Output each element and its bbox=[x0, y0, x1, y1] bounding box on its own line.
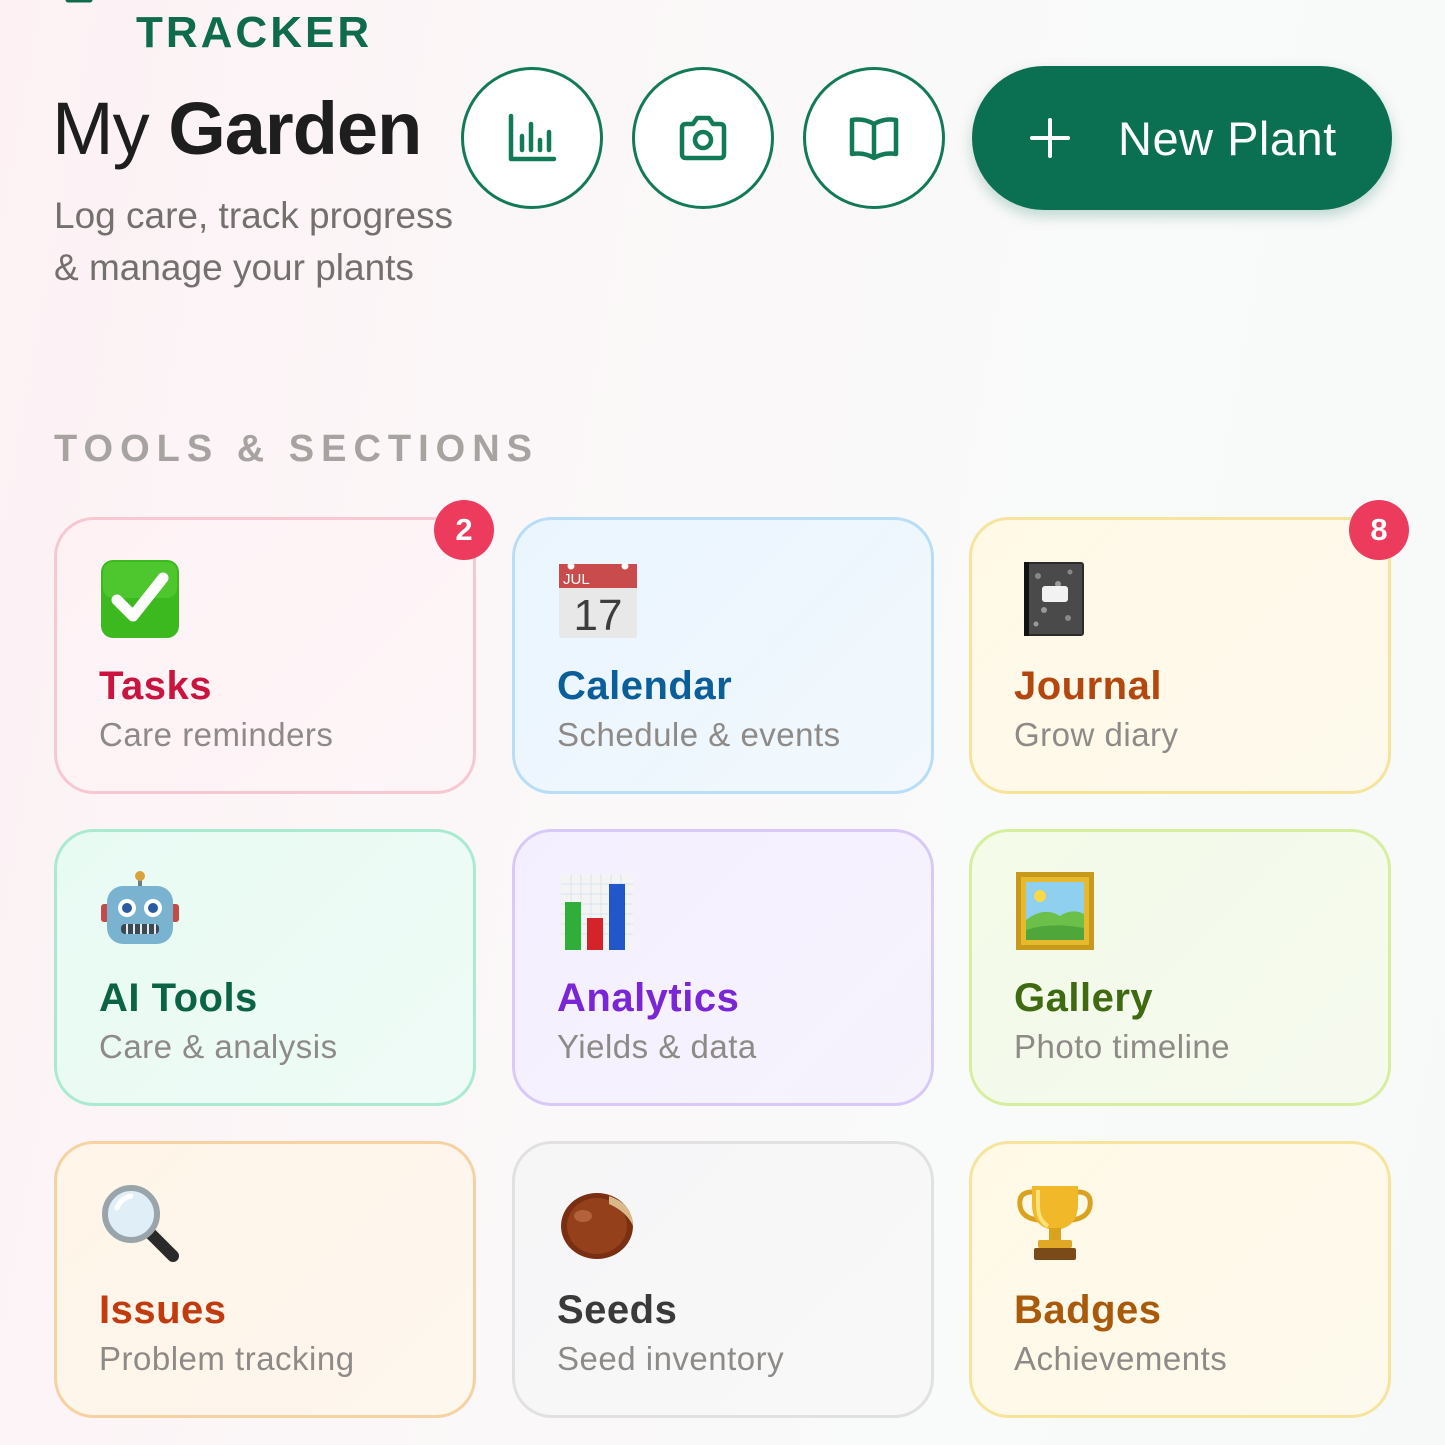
new-plant-button[interactable]: New Plant bbox=[972, 66, 1392, 210]
calendar-day-text: 17 bbox=[574, 591, 623, 640]
badges-card[interactable]: Badges Achievements bbox=[969, 1141, 1391, 1418]
chestnut-emoji bbox=[557, 1182, 639, 1264]
seeds-card[interactable]: Seeds Seed inventory bbox=[512, 1141, 934, 1418]
book-icon bbox=[849, 117, 899, 161]
issues-card[interactable]: Issues Problem tracking bbox=[54, 1141, 476, 1418]
page-title: My Garden bbox=[52, 86, 422, 171]
calendar-card[interactable]: JUL 17 Calendar Schedule & events bbox=[512, 517, 934, 794]
tasks-count-badge: 2 bbox=[434, 500, 494, 560]
section-heading: TOOLS & SECTIONS bbox=[54, 428, 540, 470]
new-plant-label: New Plant bbox=[1118, 111, 1337, 165]
analytics-button[interactable] bbox=[461, 67, 603, 209]
page-title-main: Garden bbox=[168, 87, 422, 170]
brand-text: TRACKER bbox=[136, 8, 373, 57]
card-subtitle: Schedule & events bbox=[557, 716, 841, 753]
camera-icon bbox=[679, 115, 727, 161]
journal-button[interactable] bbox=[803, 67, 945, 209]
plus-icon bbox=[1030, 118, 1070, 158]
tasks-card[interactable]: Tasks Care reminders bbox=[54, 517, 476, 794]
ai-tools-card[interactable]: AI Tools Care & analysis bbox=[54, 829, 476, 1106]
journal-card[interactable]: Journal Grow diary bbox=[969, 517, 1391, 794]
card-title: Analytics bbox=[557, 976, 740, 1020]
card-title: Journal bbox=[1014, 664, 1162, 708]
card-subtitle: Problem tracking bbox=[99, 1340, 355, 1377]
logo-icon bbox=[65, 0, 93, 3]
card-title: Calendar bbox=[557, 664, 733, 708]
page-title-prefix: My bbox=[52, 87, 150, 170]
notebook-emoji bbox=[1014, 558, 1096, 640]
calendar-month-text: JUL bbox=[563, 571, 590, 588]
analytics-card[interactable]: Analytics Yields & data bbox=[512, 829, 934, 1106]
page-subtitle: Log care, track progress & manage your p… bbox=[54, 195, 453, 288]
gallery-card[interactable]: Gallery Photo timeline bbox=[969, 829, 1391, 1106]
card-subtitle: Achievements bbox=[1014, 1340, 1228, 1377]
card-title: Tasks bbox=[99, 664, 212, 708]
journal-count-badge: 8 bbox=[1349, 500, 1409, 560]
robot-emoji bbox=[99, 870, 181, 952]
magnifying-glass-emoji bbox=[99, 1182, 181, 1264]
card-subtitle: Yields & data bbox=[557, 1028, 757, 1065]
trophy-emoji bbox=[1014, 1182, 1096, 1264]
card-title: Seeds bbox=[557, 1288, 678, 1332]
bar-chart-emoji bbox=[557, 870, 639, 952]
bar-chart-icon bbox=[508, 113, 557, 162]
card-subtitle: Grow diary bbox=[1014, 716, 1179, 753]
card-subtitle: Care & analysis bbox=[99, 1028, 338, 1065]
card-subtitle: Seed inventory bbox=[557, 1340, 785, 1377]
card-title: Issues bbox=[99, 1288, 227, 1332]
calendar-emoji: JUL 17 bbox=[557, 558, 639, 640]
check-mark-emoji bbox=[99, 558, 181, 640]
card-title: AI Tools bbox=[99, 976, 258, 1020]
framed-picture-emoji bbox=[1014, 870, 1096, 952]
camera-button[interactable] bbox=[632, 67, 774, 209]
card-subtitle: Care reminders bbox=[99, 716, 334, 753]
card-subtitle: Photo timeline bbox=[1014, 1028, 1231, 1065]
card-title: Badges bbox=[1014, 1288, 1162, 1332]
card-title: Gallery bbox=[1014, 976, 1154, 1020]
